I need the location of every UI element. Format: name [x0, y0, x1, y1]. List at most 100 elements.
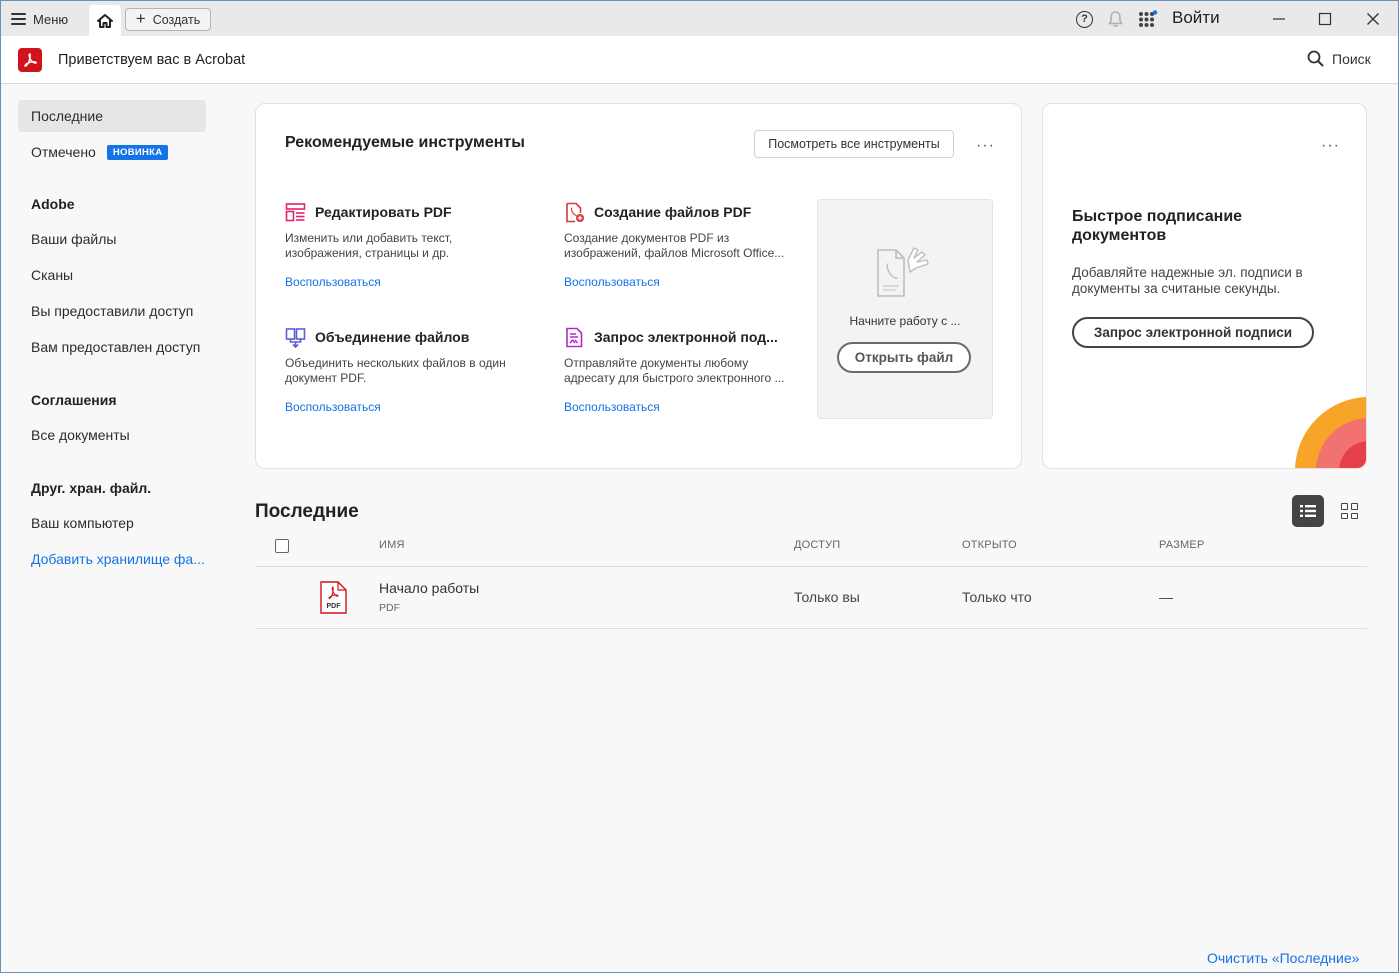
- request-signature-icon: [564, 327, 585, 348]
- card-title: Рекомендуемые инструменты: [285, 134, 525, 151]
- clear-recent-link[interactable]: Очистить «Последние»: [1207, 950, 1359, 966]
- search-button[interactable]: Поиск: [1307, 50, 1371, 67]
- search-label: Поиск: [1332, 50, 1371, 67]
- add-storage-link: Добавить хранилище фа...: [31, 551, 205, 567]
- card-description: Добавляйте надежные эл. подписи в докуме…: [1072, 265, 1303, 296]
- menu-label: Меню: [33, 11, 69, 27]
- minimize-button[interactable]: [1255, 1, 1303, 36]
- list-view-icon: [1300, 505, 1316, 517]
- tool-use-link[interactable]: Воспользоваться: [285, 275, 525, 289]
- sidebar-item-recent[interactable]: Последние: [18, 100, 206, 132]
- list-view-button[interactable]: [1292, 495, 1324, 527]
- acrobat-window: Меню + Создать ? Войти Приветствуем вас …: [0, 0, 1399, 973]
- page-title: Приветствуем вас в Acrobat: [58, 52, 246, 68]
- sidebar-item-label: Вам предоставлен доступ: [31, 339, 201, 355]
- more-options-icon[interactable]: ···: [1321, 138, 1340, 154]
- create-pdf-icon: [564, 202, 585, 223]
- combine-files-icon: [285, 327, 306, 348]
- sidebar-item-all-documents[interactable]: Все документы: [18, 419, 206, 451]
- decorative-arcs: [1295, 397, 1366, 468]
- grid-view-button[interactable]: [1339, 501, 1359, 521]
- new-badge: НОВИНКА: [106, 144, 169, 160]
- sidebar-item-your-files[interactable]: Ваши файлы: [18, 223, 206, 255]
- file-access: Только вы: [794, 589, 860, 605]
- sidebar-item-label: Ваши файлы: [31, 231, 117, 247]
- menu-button[interactable]: Меню: [11, 8, 68, 30]
- sidebar: Последние Отмечено НОВИНКА Adobe Ваши фа…: [1, 85, 229, 972]
- sidebar-item-your-computer[interactable]: Ваш компьютер: [18, 507, 206, 539]
- close-button[interactable]: [1349, 1, 1397, 36]
- file-name[interactable]: Начало работы: [379, 580, 479, 596]
- bell-icon[interactable]: [1107, 10, 1124, 28]
- tool-use-link[interactable]: Воспользоваться: [285, 400, 525, 414]
- tool-name: Запрос электронной под...: [594, 329, 778, 345]
- sidebar-item-add-storage[interactable]: Добавить хранилище фа...: [18, 543, 206, 575]
- tool-description: Отправляйте документы любому адресату дл…: [564, 356, 785, 385]
- signin-button[interactable]: Войти: [1172, 8, 1220, 28]
- tool-combine-files[interactable]: Объединение файлов Объединить нескольких…: [285, 326, 525, 414]
- sidebar-section-agreements: Соглашения: [31, 392, 117, 408]
- sidebar-item-label: Все документы: [31, 427, 130, 443]
- column-header-size[interactable]: РАЗМЕР: [1159, 539, 1205, 551]
- get-started-text: Начните работу с ...: [849, 314, 961, 328]
- tool-create-pdf[interactable]: Создание файлов PDF Создание документов …: [564, 201, 804, 289]
- more-options-icon[interactable]: ···: [976, 138, 995, 154]
- recommended-tools-card: Рекомендуемые инструменты Посмотреть все…: [255, 103, 1022, 469]
- select-all-checkbox[interactable]: [275, 539, 289, 553]
- table-header: ИМЯ ДОСТУП ОТКРЫТО РАЗМЕР: [255, 531, 1367, 567]
- column-header-access[interactable]: ДОСТУП: [794, 539, 840, 551]
- sidebar-section-other-storage: Друг. хран. файл.: [31, 480, 152, 496]
- tool-description: Создание документов PDF из изображений, …: [564, 231, 785, 260]
- app-header: Приветствуем вас в Acrobat Поиск: [1, 36, 1398, 84]
- get-started-tile: Начните работу с ... Открыть файл: [817, 199, 993, 419]
- tool-edit-pdf[interactable]: Редактировать PDF Изменить или добавить …: [285, 201, 525, 289]
- search-icon: [1307, 50, 1324, 67]
- column-header-opened[interactable]: ОТКРЫТО: [962, 539, 1017, 551]
- sidebar-item-starred[interactable]: Отмечено НОВИНКА: [18, 136, 206, 168]
- create-button[interactable]: + Создать: [125, 8, 211, 31]
- sidebar-item-label: Ваш компьютер: [31, 515, 134, 531]
- tool-name: Объединение файлов: [315, 329, 470, 345]
- sidebar-item-label: Последние: [31, 108, 104, 124]
- plus-icon: +: [135, 9, 146, 28]
- card-title: Быстрое подписание документов: [1072, 208, 1243, 244]
- document-hand-icon: [877, 247, 929, 297]
- sidebar-item-label: Отмечено: [31, 144, 96, 160]
- svg-text:PDF: PDF: [327, 603, 342, 610]
- home-icon: [97, 13, 113, 28]
- apps-grid-icon[interactable]: [1138, 10, 1158, 28]
- close-icon: [1367, 12, 1379, 25]
- edit-pdf-icon: [285, 202, 306, 223]
- column-header-name[interactable]: ИМЯ: [379, 539, 405, 551]
- file-size: —: [1159, 589, 1173, 605]
- hamburger-icon: [11, 13, 26, 25]
- maximize-button[interactable]: [1301, 1, 1349, 36]
- request-signature-button[interactable]: Запрос электронной подписи: [1072, 317, 1314, 348]
- tool-use-link[interactable]: Воспользоваться: [564, 275, 804, 289]
- sidebar-section-adobe: Adobe: [31, 196, 75, 212]
- table-row[interactable]: PDF Начало работы PDF Только вы Только ч…: [255, 567, 1367, 629]
- help-icon[interactable]: ?: [1076, 10, 1093, 28]
- home-tab[interactable]: [89, 5, 121, 36]
- acrobat-logo-icon: [18, 48, 42, 72]
- maximize-icon: [1318, 12, 1332, 25]
- sidebar-item-label: Вы предоставили доступ: [31, 303, 194, 319]
- sidebar-item-shared-by-you[interactable]: Вы предоставили доступ: [18, 295, 206, 327]
- view-all-tools-button[interactable]: Посмотреть все инструменты: [754, 130, 954, 158]
- tool-description: Изменить или добавить текст, изображения…: [285, 231, 453, 260]
- minimize-icon: [1273, 17, 1285, 20]
- file-type: PDF: [379, 602, 400, 614]
- sidebar-item-label: Сканы: [31, 267, 74, 283]
- open-file-button[interactable]: Открыть файл: [837, 342, 971, 373]
- grid-view-icon: [1341, 503, 1348, 510]
- tool-request-signature[interactable]: Запрос электронной под... Отправляйте до…: [564, 326, 804, 414]
- sidebar-item-scans[interactable]: Сканы: [18, 259, 206, 291]
- tool-use-link[interactable]: Воспользоваться: [564, 400, 804, 414]
- create-label: Создать: [152, 12, 201, 27]
- sidebar-item-shared-with-you[interactable]: Вам предоставлен доступ: [18, 331, 206, 363]
- tool-name: Редактировать PDF: [315, 204, 452, 220]
- tool-description: Объединить нескольких файлов в один доку…: [285, 356, 506, 385]
- tool-name: Создание файлов PDF: [594, 204, 752, 220]
- recent-section-title: Последние: [255, 501, 359, 522]
- pdf-file-icon: PDF: [320, 581, 347, 614]
